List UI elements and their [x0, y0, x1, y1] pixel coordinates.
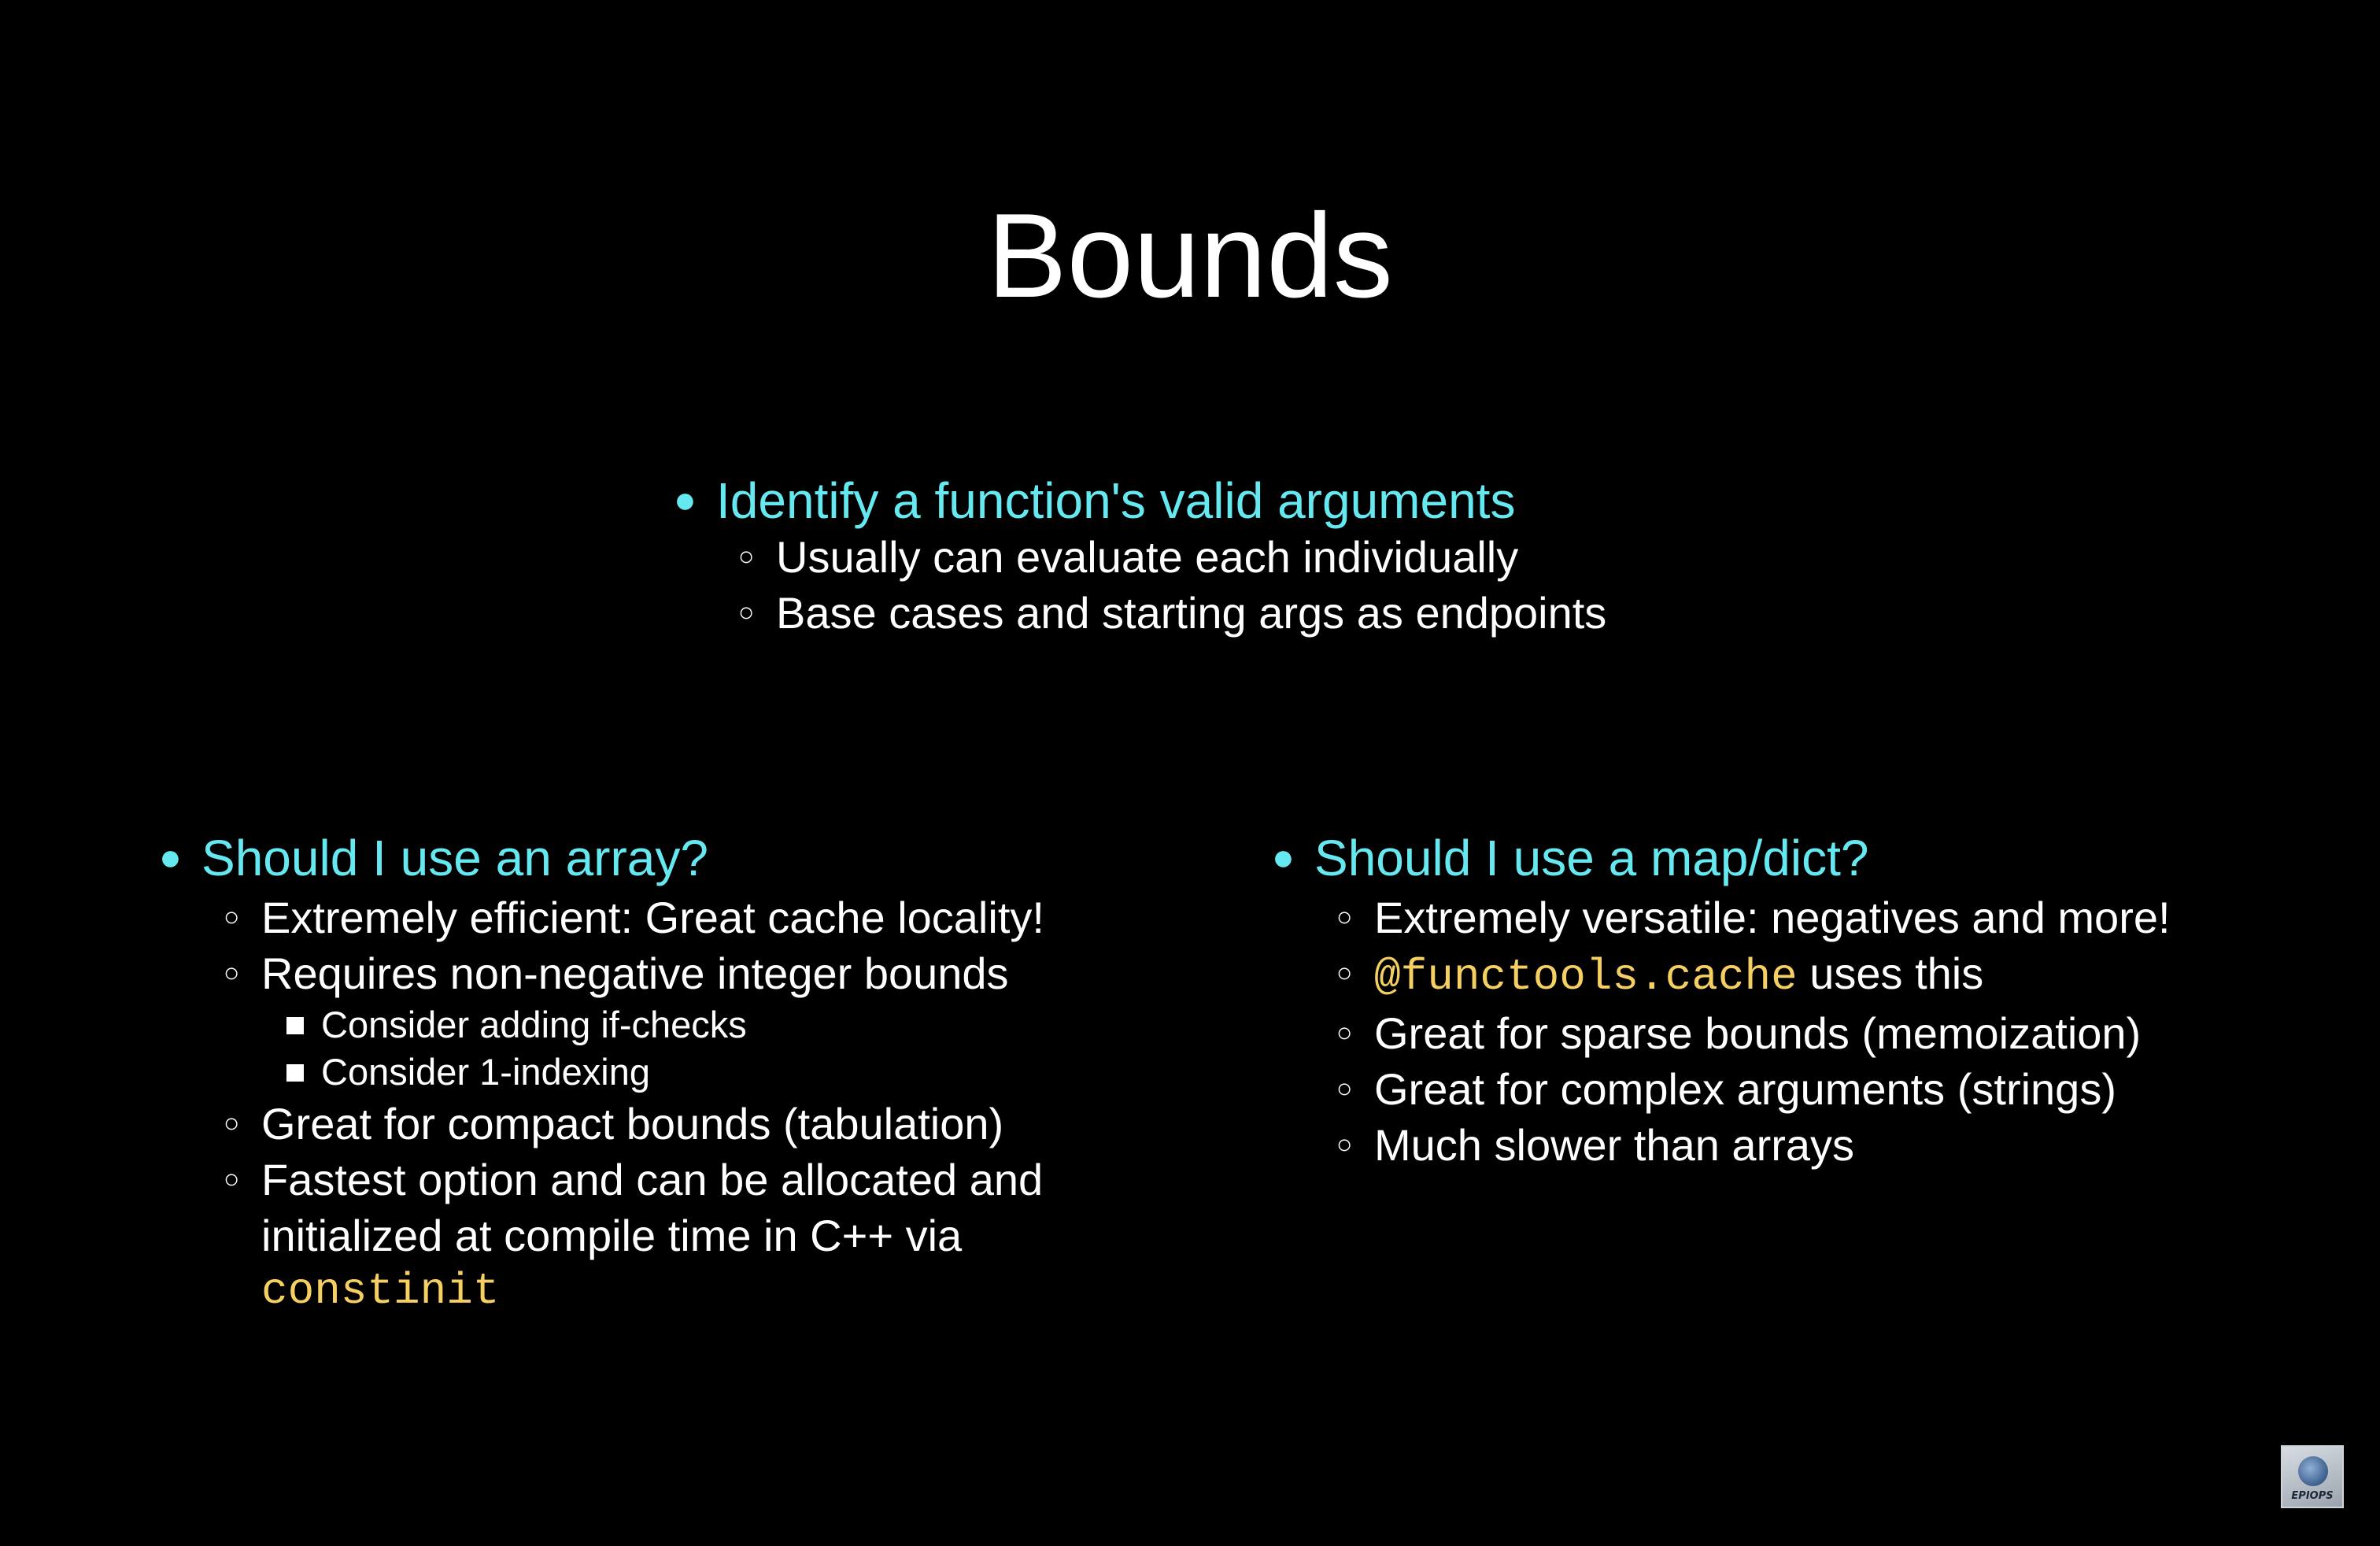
- hollow-bullet-icon: ○: [738, 542, 755, 571]
- top-section: ● Identify a function's valid arguments …: [674, 472, 1606, 641]
- list-item-text: Extremely versatile: negatives and more!: [1374, 893, 2171, 942]
- list-item: ○ Usually can evaluate each individually: [738, 529, 1606, 585]
- list-item-text: Usually can evaluate each individually: [776, 532, 1519, 582]
- list-item-text: Great for complex arguments (strings): [1374, 1064, 2116, 1114]
- map-heading: ● Should I use a map/dict?: [1272, 830, 2171, 886]
- globe-icon: [2298, 1456, 2328, 1486]
- hollow-bullet-icon: ○: [1336, 1130, 1353, 1160]
- list-item-text: Requires non-negative integer bounds: [261, 949, 1009, 998]
- list-item-text: Great for sparse bounds (memoization): [1374, 1008, 2142, 1058]
- sub-list-item: Consider 1-indexing: [285, 1049, 1044, 1096]
- list-item: ○ Great for sparse bounds (memoization): [1336, 1005, 2171, 1061]
- sub-list-item-text: Consider adding if-checks: [321, 1004, 747, 1045]
- list-item: ○ Extremely versatile: negatives and mor…: [1336, 890, 2171, 945]
- list-item-text-line-2: initialized at compile time in C++ via: [261, 1211, 963, 1260]
- filled-bullet-icon: ●: [159, 837, 182, 878]
- list-item: ○ @functools.cache uses this: [1336, 945, 2171, 1005]
- list-item-text: Base cases and starting args as endpoint…: [776, 588, 1607, 638]
- hollow-bullet-icon: ○: [224, 902, 240, 932]
- map-section: ● Should I use a map/dict? ○ Extremely v…: [1272, 830, 2171, 1173]
- filled-bullet-icon: ●: [674, 479, 697, 521]
- filled-bullet-icon: ●: [1272, 837, 1295, 878]
- list-item: ○ Great for complex arguments (strings): [1336, 1061, 2171, 1117]
- hollow-bullet-icon: ○: [1336, 1018, 1353, 1048]
- hollow-bullet-icon: ○: [1336, 1074, 1353, 1104]
- hollow-bullet-icon: ○: [1336, 958, 1353, 988]
- channel-logo: EPIOPS: [2281, 1445, 2344, 1508]
- list-item: ○ Fastest option and can be allocated an…: [224, 1152, 1044, 1319]
- hollow-bullet-icon: ○: [738, 597, 755, 627]
- list-item: ○ Much slower than arrays: [1336, 1117, 2171, 1173]
- square-bullet-icon: [286, 1064, 304, 1082]
- list-item-text: Great for compact bounds (tabulation): [261, 1099, 1004, 1148]
- list-item: ○ Requires non-negative integer bounds: [224, 945, 1044, 1001]
- sub-list-item-text: Consider 1-indexing: [321, 1051, 651, 1093]
- array-section: ● Should I use an array? ○ Extremely eff…: [159, 830, 1044, 1319]
- logo-label: EPIOPS: [2291, 1490, 2334, 1502]
- array-heading-text: Should I use an array?: [201, 830, 708, 886]
- array-heading: ● Should I use an array?: [159, 830, 1044, 886]
- list-item: ○ Great for compact bounds (tabulation): [224, 1096, 1044, 1152]
- code-keyword: constinit: [261, 1266, 500, 1316]
- map-heading-text: Should I use a map/dict?: [1314, 830, 1869, 886]
- top-heading-text: Identify a function's valid arguments: [716, 472, 1516, 529]
- hollow-bullet-icon: ○: [224, 958, 240, 988]
- list-item-text-line-1: Fastest option and can be allocated and: [261, 1155, 1044, 1204]
- slide-title: Bounds: [987, 189, 1393, 323]
- hollow-bullet-icon: ○: [1336, 902, 1353, 932]
- hollow-bullet-icon: ○: [224, 1108, 240, 1138]
- list-item: ○ Base cases and starting args as endpoi…: [738, 585, 1606, 641]
- top-heading: ● Identify a function's valid arguments: [674, 472, 1606, 529]
- hollow-bullet-icon: ○: [224, 1164, 240, 1194]
- list-item-text: Extremely efficient: Great cache localit…: [261, 893, 1044, 942]
- sub-list-item: Consider adding if-checks: [285, 1001, 1044, 1049]
- code-decorator: @functools.cache: [1374, 952, 1798, 1002]
- list-item-text: uses this: [1797, 949, 1984, 998]
- list-item-text: Much slower than arrays: [1374, 1120, 1855, 1170]
- list-item: ○ Extremely efficient: Great cache local…: [224, 890, 1044, 945]
- square-bullet-icon: [286, 1017, 304, 1034]
